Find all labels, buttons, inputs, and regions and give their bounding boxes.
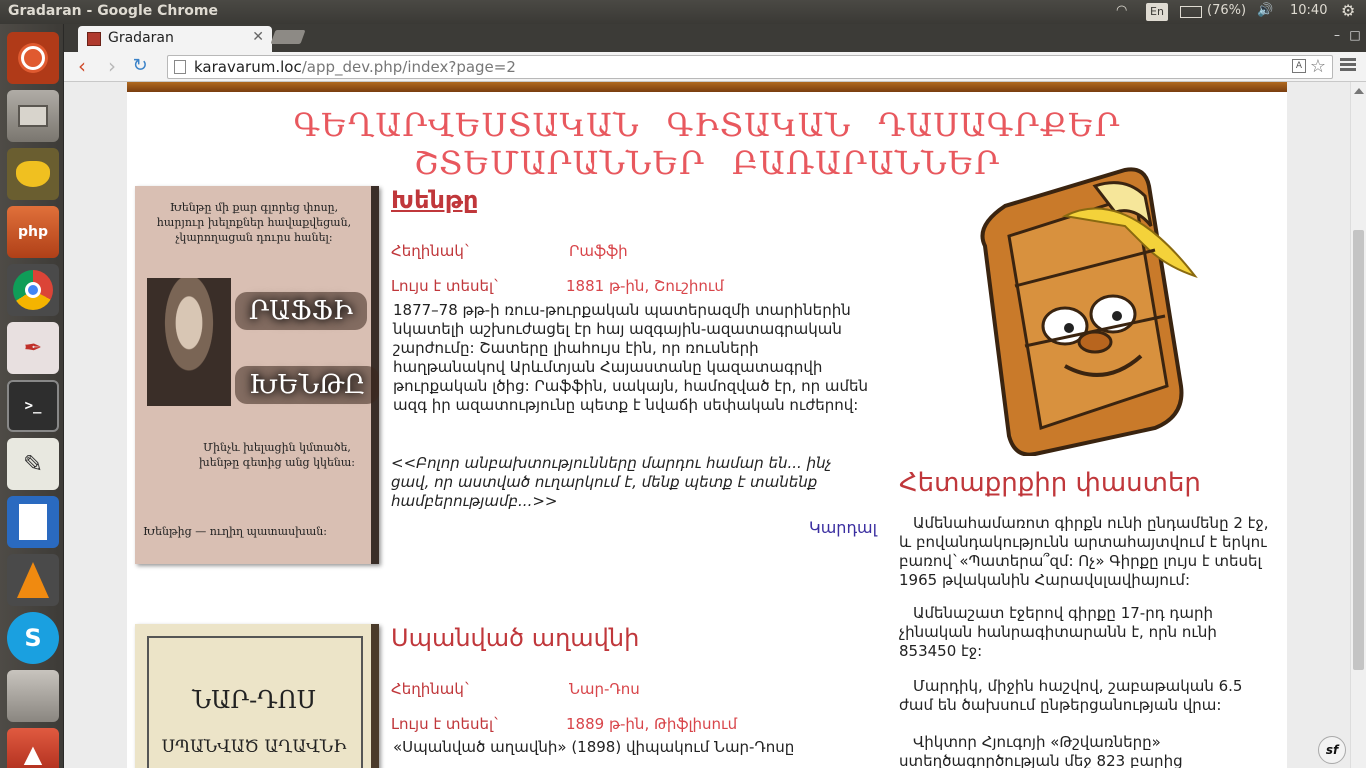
cover-footer: Խենթից — ուղիղ պատասխան: xyxy=(143,525,327,538)
keyboard-layout-indicator[interactable]: En xyxy=(1146,3,1168,21)
published-label: Լույս է տեսել` xyxy=(391,277,501,295)
book-cover-khent[interactable]: Խենթը մի քար գլորեց փոսը, հարյուր խելոքն… xyxy=(135,186,380,564)
chrome-icon[interactable] xyxy=(7,264,59,316)
terminal-icon[interactable]: >_ xyxy=(7,380,59,432)
book-description: 1877–78 թթ-ի ռուս-թուրքական պատերազմի տա… xyxy=(393,301,869,414)
page-viewport: Գեղարվեստական Գիտական Դասագրքեր Շտեմարան… xyxy=(64,82,1350,768)
writer-icon[interactable] xyxy=(7,496,59,548)
battery-icon[interactable] xyxy=(1180,6,1202,18)
reload-icon[interactable]: ↻ xyxy=(128,56,152,78)
settings-gear-icon[interactable]: ⚙ xyxy=(1341,1,1355,20)
scroll-up-icon[interactable] xyxy=(1354,88,1364,94)
book-title[interactable]: Սպանված աղավնի xyxy=(391,624,639,652)
ubuntu-dash-icon[interactable] xyxy=(7,32,59,84)
battery-percent: (76%) xyxy=(1207,3,1247,18)
nav-textbooks[interactable]: Դասագրքեր xyxy=(878,106,1120,144)
favicon-icon xyxy=(87,32,101,46)
nav-science[interactable]: Գիտական xyxy=(667,106,852,144)
volume-icon[interactable]: 🔊 xyxy=(1257,3,1273,18)
author-label: Հեղինակ` xyxy=(391,242,472,260)
clock[interactable]: 10:40 xyxy=(1290,3,1327,18)
book-cover-spanvats-aghavni[interactable]: ՆԱՐ-ԴՈՍ ՍՊԱՆՎԱԾ ԱՂԱՎՆԻ xyxy=(135,624,379,768)
book-mascot-icon xyxy=(980,167,1198,456)
published-value: 1881 թ-ին, Շուշիում xyxy=(566,277,724,295)
tab-title: Gradaran xyxy=(108,30,174,46)
author-portrait xyxy=(147,278,231,406)
bookmark-star-icon[interactable]: ☆ xyxy=(1310,56,1326,77)
header-bar xyxy=(127,82,1287,92)
url-host: karavarum.loc xyxy=(194,58,302,76)
fact-item: Ամենաշատ էջերով գիրքը 17-րդ դարի չինական… xyxy=(899,604,1217,660)
window-title: Gradaran - Google Chrome xyxy=(8,3,218,19)
chrome-menu-icon[interactable] xyxy=(1340,58,1356,74)
book-quote: <<Բոլոր անբախտությունները մարդու համար ե… xyxy=(391,454,832,510)
skype-icon[interactable]: S xyxy=(7,612,59,664)
page-content: Գեղարվեստական Գիտական Դասագրքեր Շտեմարան… xyxy=(127,82,1287,768)
nav-fiction[interactable]: Գեղարվեստական xyxy=(294,106,640,144)
scroll-thumb[interactable] xyxy=(1353,230,1364,670)
fact-item: Մարդիկ, միջին հաշվով, շաբաթական 6.5 ժամ … xyxy=(899,677,1243,714)
read-button[interactable]: Կարդալ xyxy=(809,518,877,537)
cover-title: ԽԵՆԹԸ xyxy=(235,366,380,404)
symfony-toolbar-icon[interactable]: sf xyxy=(1318,736,1346,764)
minimize-icon[interactable]: – xyxy=(1328,28,1346,42)
text-editor-icon[interactable]: ✎ xyxy=(7,438,59,490)
forward-icon[interactable]: › xyxy=(100,56,124,78)
files-icon[interactable] xyxy=(7,90,59,142)
workspaces-icon[interactable] xyxy=(7,670,59,722)
book-description: «Սպանված աղավնի» (1898) վիպակում Նար-Դոս… xyxy=(393,738,795,756)
author-value: Նար-Դոս xyxy=(569,680,640,698)
author-value: Րաֆֆի xyxy=(569,242,628,260)
wifi-icon[interactable]: ◠ xyxy=(1116,3,1127,18)
unity-launcher: php ✒ >_ ✎ S ▲ xyxy=(0,24,64,768)
author-label: Հեղինակ` xyxy=(391,680,472,698)
document-viewer-icon[interactable]: ✒ xyxy=(7,322,59,374)
cover-title: ՍՊԱՆՎԱԾ ԱՂԱՎՆԻ xyxy=(161,737,347,757)
published-value: 1889 թ-ին, Թիֆլիսում xyxy=(566,715,738,733)
software-updater-icon[interactable]: ▲ xyxy=(7,728,59,768)
maximize-icon[interactable]: □ xyxy=(1346,28,1364,42)
php-icon[interactable]: php xyxy=(7,206,59,258)
published-label: Լույս է տեսել` xyxy=(391,715,501,733)
browser-toolbar: ‹ › ↻ karavarum.loc/app_dev.php/index?pa… xyxy=(64,52,1366,82)
translate-icon[interactable]: A xyxy=(1292,59,1306,73)
vlc-icon[interactable] xyxy=(7,554,59,606)
tab-gradaran[interactable]: Gradaran ✕ xyxy=(78,26,272,52)
page-icon xyxy=(174,60,186,74)
cover-author: ՐԱՖՖԻ xyxy=(235,292,367,330)
fact-item: Ամենահամառոտ գիրքն ունի ընդամենը 2 էջ, և… xyxy=(899,514,1269,589)
address-bar[interactable]: karavarum.loc/app_dev.php/index?page=2 A… xyxy=(167,55,1333,79)
close-icon[interactable]: ✕ xyxy=(252,29,264,45)
nav-test-banks[interactable]: Շտեմարաններ xyxy=(414,144,705,182)
cover-author: ՆԱՐ-ԴՈՍ xyxy=(192,686,316,714)
book-title[interactable]: Խենթը xyxy=(391,186,478,214)
new-tab-button[interactable] xyxy=(270,30,306,44)
url-path: /app_dev.php/index?page=2 xyxy=(301,58,516,76)
top-panel: Gradaran - Google Chrome ◠ En (76%) 🔊 10… xyxy=(0,0,1366,24)
fact-item: Վիկտոր Հյուգոյի «Թշվառները» ստեղծագործու… xyxy=(899,733,1183,768)
cover-top-text: Խենթը մի քար գլորեց փոսը, հարյուր խելոքն… xyxy=(156,201,352,244)
cover-bottom-text: Մինչև խելացին կմտածե, խենթը գետից անց կկ… xyxy=(199,441,355,469)
page-scrollbar[interactable] xyxy=(1350,82,1366,768)
facts-title: Հետաքրքիր փաստեր xyxy=(899,468,1201,498)
teapot-icon[interactable] xyxy=(7,148,59,200)
back-icon[interactable]: ‹ xyxy=(70,56,94,78)
